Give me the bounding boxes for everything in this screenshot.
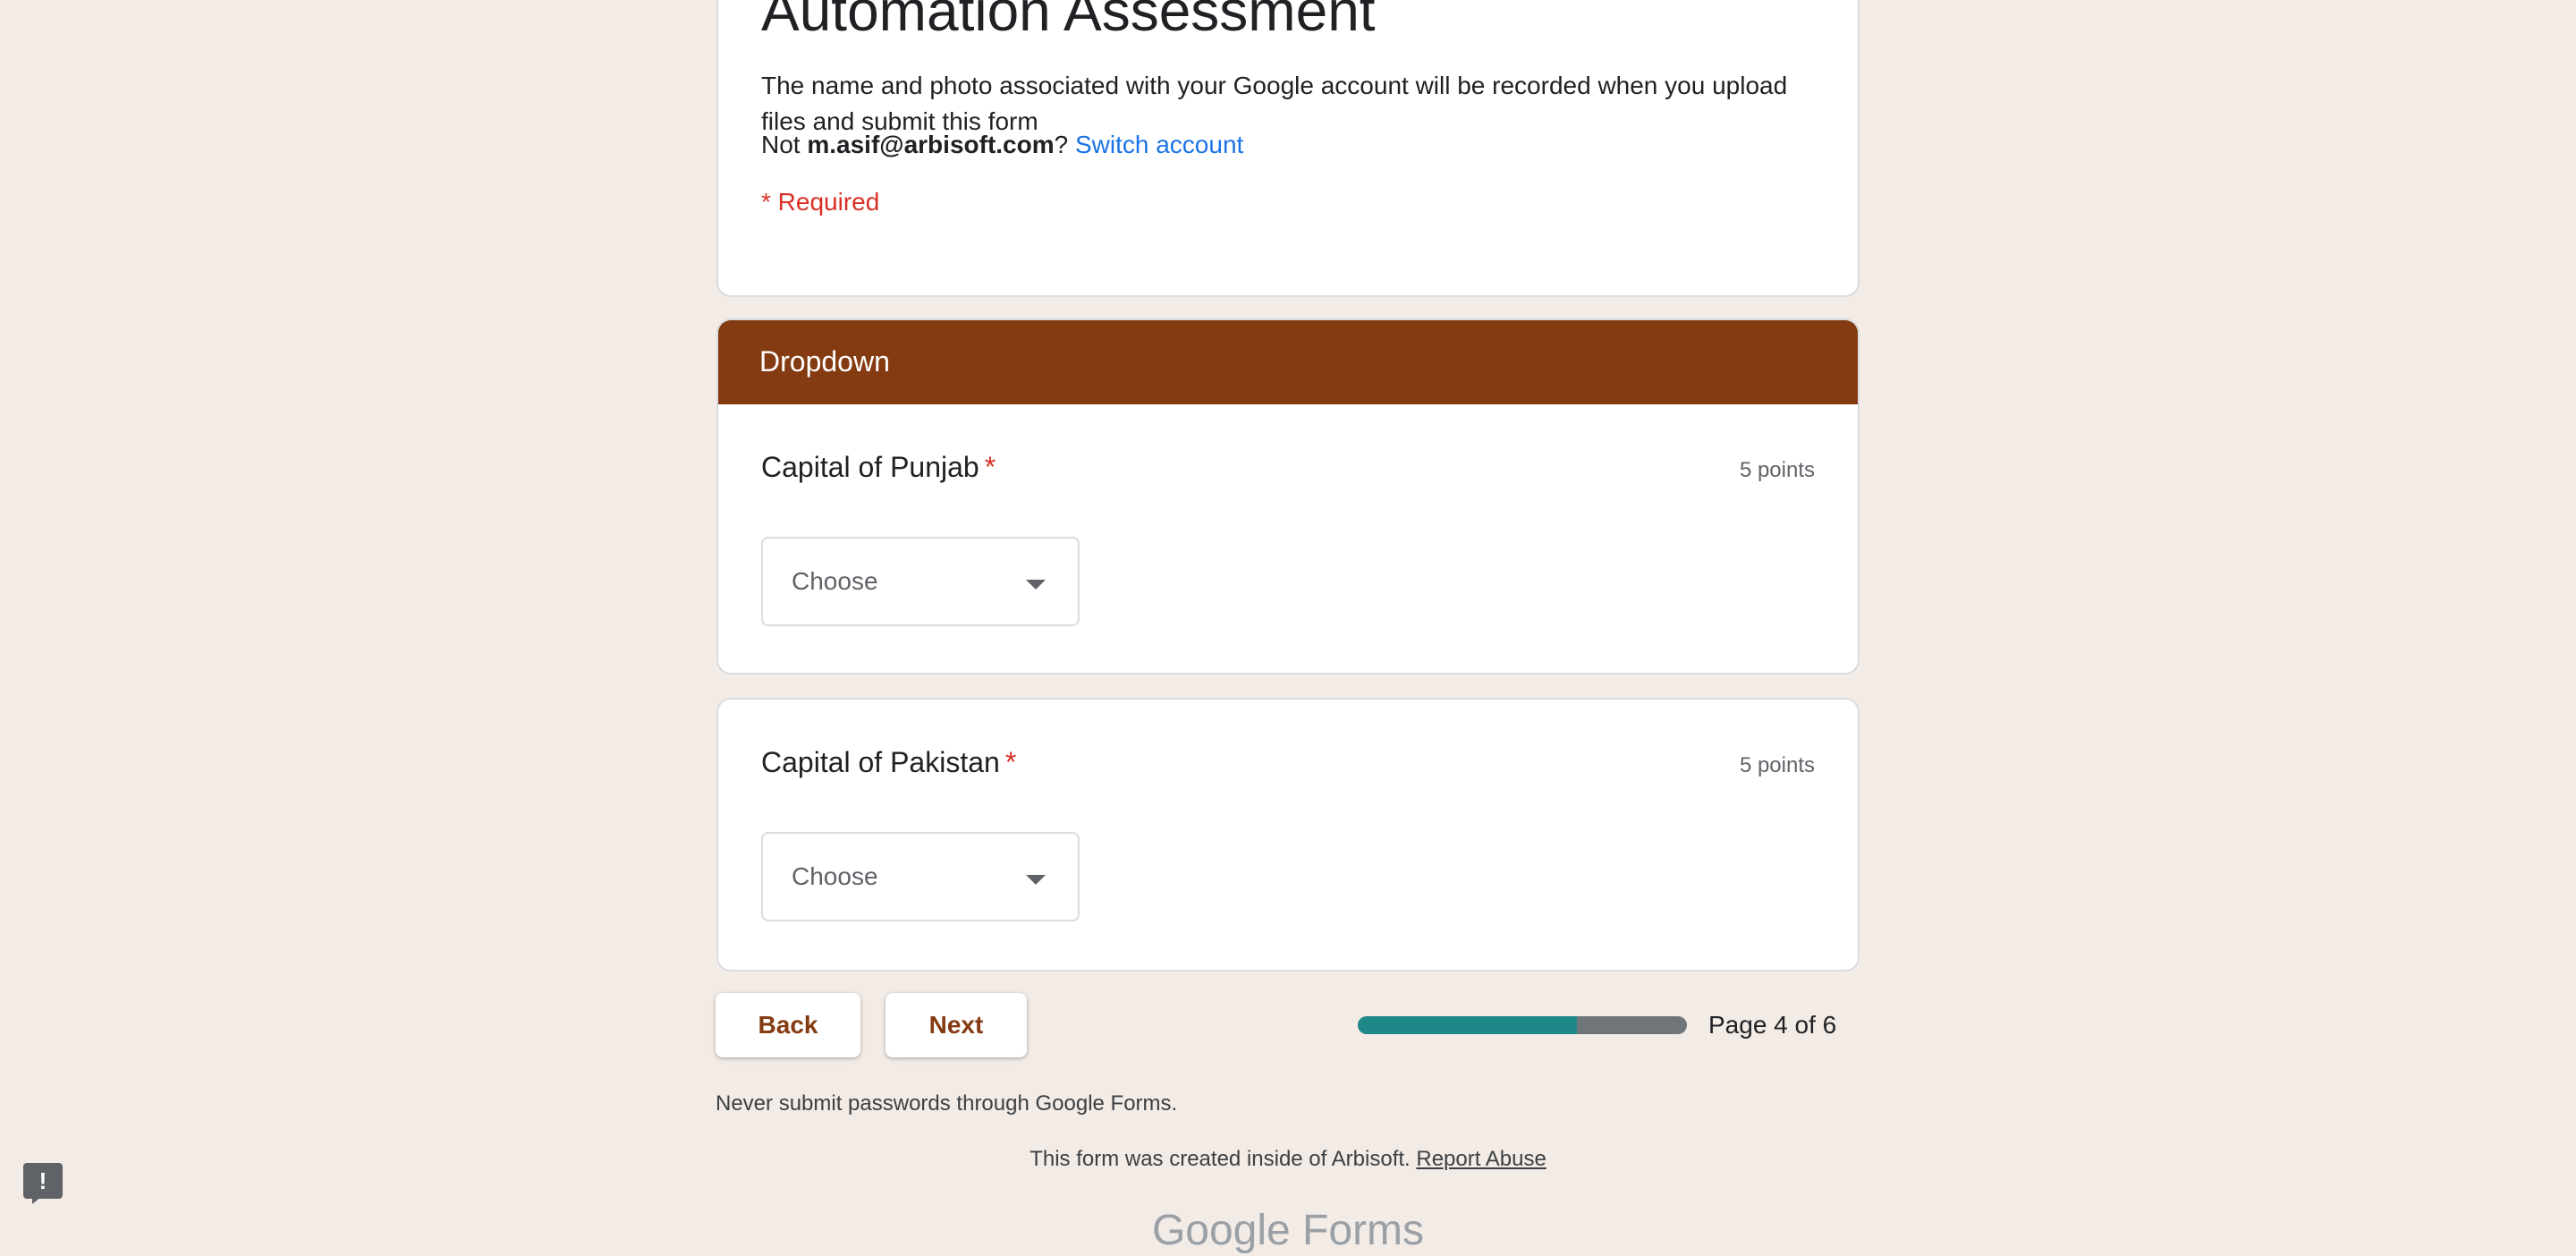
next-button[interactable]: Next xyxy=(886,993,1027,1057)
question-points: 5 points xyxy=(1739,458,1815,482)
required-asterisk: * xyxy=(1004,746,1017,778)
switch-account-link[interactable]: Switch account xyxy=(1075,131,1243,158)
footer-created-inside: This form was created inside of Arbisoft… xyxy=(0,1145,2576,1174)
capital-pakistan-dropdown[interactable]: Choose xyxy=(761,832,1080,921)
not-prefix: Not xyxy=(761,131,808,158)
page-counter: Page 4 of 6 xyxy=(1708,1011,1837,1039)
account-line: Not m.asif@arbisoft.com? Switch account xyxy=(761,127,1243,163)
report-abuse-link[interactable]: Report Abuse xyxy=(1416,1147,1546,1171)
section-card: Dropdown Capital of Punjab * 5 points Cho… xyxy=(716,318,1860,675)
google-forms-logo[interactable]: Google Forms xyxy=(0,1206,2576,1256)
arrow-drop-down-icon xyxy=(1026,580,1046,590)
question-text: Capital of Pakistan xyxy=(761,746,1000,778)
dropdown-value: Choose xyxy=(792,567,878,595)
question-card: Capital of Pakistan * 5 points Choose xyxy=(716,698,1860,972)
back-button[interactable]: Back xyxy=(716,993,860,1057)
section-title: Dropdown xyxy=(759,345,890,378)
capital-punjab-dropdown[interactable]: Choose xyxy=(761,537,1080,626)
form-header-card: Automation Assessment The name and photo… xyxy=(716,0,1860,297)
section-header: Dropdown xyxy=(718,320,1858,404)
dropdown-value: Choose xyxy=(792,862,878,890)
progress-bar xyxy=(1358,1016,1687,1034)
form-title: Automation Assessment xyxy=(761,0,1376,43)
required-note: * Required xyxy=(761,188,880,216)
question-title: Capital of Punjab * xyxy=(761,447,996,487)
report-problem-icon[interactable]: ! xyxy=(23,1163,63,1204)
question-title: Capital of Pakistan * xyxy=(761,743,1016,782)
password-warning: Never submit passwords through Google Fo… xyxy=(716,1091,1178,1116)
required-asterisk: * xyxy=(984,451,996,483)
not-suffix: ? xyxy=(1054,131,1075,158)
question-points: 5 points xyxy=(1739,753,1815,777)
created-inside-text: This form was created inside of Arbisoft… xyxy=(1030,1147,1417,1171)
arrow-drop-down-icon xyxy=(1026,875,1046,885)
progress-bar-fill xyxy=(1358,1016,1578,1034)
question-text: Capital of Punjab xyxy=(761,451,979,483)
account-email: m.asif@arbisoft.com xyxy=(807,131,1055,158)
